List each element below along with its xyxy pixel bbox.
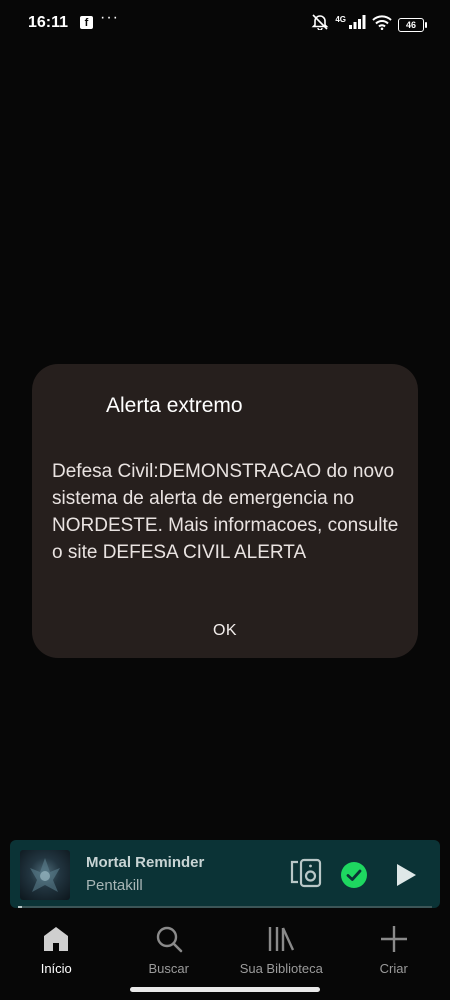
home-indicator[interactable] <box>130 987 320 992</box>
dialog-title: Alerta extremo <box>106 394 243 417</box>
track-artist: Pentakill <box>86 877 143 894</box>
saved-check-icon[interactable] <box>340 861 368 894</box>
dialog-message: Defesa Civil:DEMONSTRACAO do novo sistem… <box>52 461 399 563</box>
nav-item-library[interactable]: Sua Biblioteca <box>225 915 338 985</box>
facebook-notification-icon: f <box>80 16 93 29</box>
network-type: 4G <box>335 15 346 24</box>
nav-item-home[interactable]: Início <box>0 915 113 985</box>
nav-item-create[interactable]: Criar <box>338 915 450 985</box>
battery-icon: 46 <box>398 17 427 32</box>
alert-dialog: Alerta extremo Defesa Civil:DEMONSTRACAO… <box>32 364 418 658</box>
status-time: 16:11 <box>28 14 69 31</box>
nav-label-home: Início <box>40 961 72 976</box>
playback-progress <box>18 906 432 908</box>
plus-icon <box>380 925 408 958</box>
play-icon[interactable] <box>394 862 418 893</box>
search-icon <box>155 925 183 958</box>
track-title: Mortal Reminder <box>86 854 205 871</box>
ok-button[interactable]: OK <box>195 616 255 646</box>
status-icons: 4G 46 <box>311 14 427 35</box>
library-icon <box>267 925 295 958</box>
status-bar: 16:11 f ··· 4G 46 <box>0 0 450 48</box>
more-notifications-icon: ··· <box>100 9 119 26</box>
nav-item-search[interactable]: Buscar <box>113 915 226 985</box>
playback-progress-fill <box>18 906 23 908</box>
mute-icon <box>311 14 329 35</box>
nav-label-create: Criar <box>379 961 408 976</box>
wifi-icon <box>372 14 392 35</box>
bottom-nav: Início Buscar Sua Biblioteca Criar <box>0 915 450 985</box>
nav-label-search: Buscar <box>148 961 189 976</box>
mini-player[interactable]: Mortal Reminder Pentakill <box>10 840 440 908</box>
signal-icon <box>348 15 366 34</box>
nav-label-library: Sua Biblioteca <box>239 961 323 976</box>
album-art <box>20 850 70 900</box>
connect-device-icon[interactable] <box>290 858 322 893</box>
home-icon <box>42 925 70 958</box>
